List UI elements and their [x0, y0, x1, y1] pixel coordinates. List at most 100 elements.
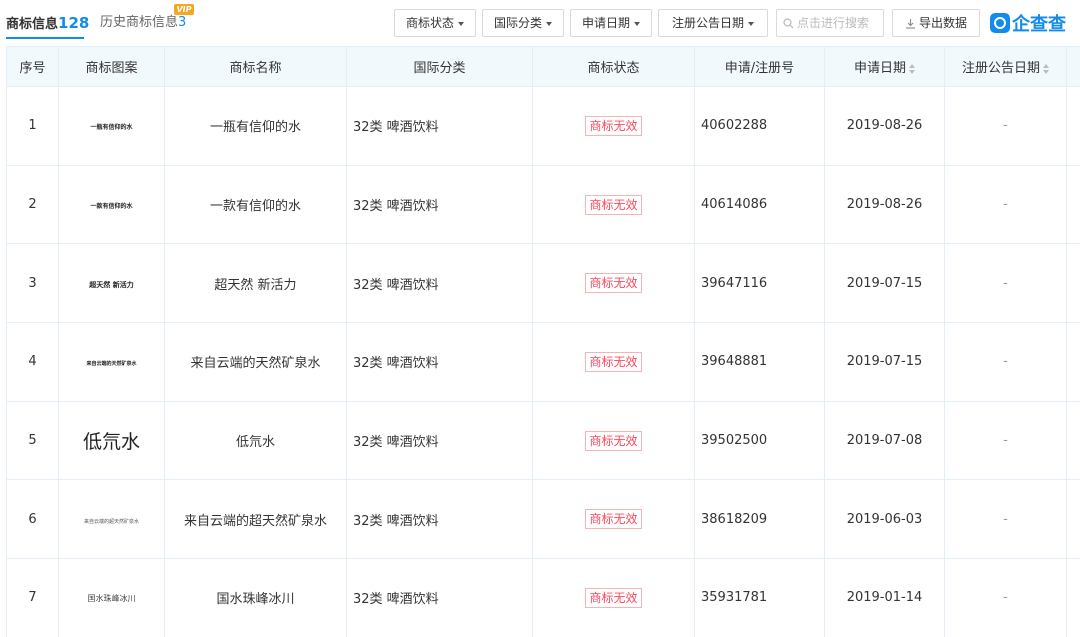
filter-apply-date[interactable]: 申请日期 — [570, 9, 652, 37]
caret-down-icon — [458, 21, 464, 26]
table-row: 2 一款有信仰的水 一款有信仰的水 32类 啤酒饮料 商标无效 40614086… — [6, 164, 1080, 245]
trademark-image[interactable]: 一款有信仰的水 — [58, 164, 165, 245]
table-row: 3 超天然 新活力 超天然 新活力 32类 啤酒饮料 商标无效 39647116… — [6, 243, 1080, 324]
cell-index: 3 — [6, 243, 59, 324]
filter-international-class[interactable]: 国际分类 — [482, 9, 564, 37]
cell-class: 32类 啤酒饮料 — [346, 558, 533, 637]
status-badge: 商标无效 — [585, 115, 642, 136]
cell-pub-date: - — [944, 479, 1067, 560]
tab-trademark-info-label: 商标信息 — [6, 17, 59, 32]
active-tab-underline — [6, 37, 84, 39]
cell-reg-no: 39502500 — [694, 400, 825, 481]
cell-name: 超天然 新活力 — [164, 243, 347, 324]
cell-status: 商标无效 — [532, 558, 695, 637]
sort-icon[interactable] — [1043, 63, 1049, 74]
filter-publication-date-label: 注册公告日期 — [671, 16, 744, 30]
tab-history-count: 3 — [178, 15, 187, 30]
tab-history-label: 历史商标信息 — [100, 15, 179, 30]
cell-class: 32类 啤酒饮料 — [346, 243, 533, 324]
cell-pub-date: - — [944, 558, 1067, 637]
search-input[interactable]: 点击进行搜索 — [776, 9, 884, 37]
search-placeholder: 点击进行搜索 — [797, 16, 870, 30]
trademark-image[interactable]: 超天然 新活力 — [58, 243, 165, 324]
cell-index: 4 — [6, 322, 59, 402]
header-status: 商标状态 — [532, 46, 695, 87]
cell-content: 详情 — [1066, 558, 1080, 637]
trademark-image[interactable]: 低氘水 — [58, 400, 165, 481]
cell-index: 5 — [6, 400, 59, 481]
toolbar: 商标信息128 历史商标信息3 VIP 商标状态 国际分类 申请日期 注册公告日… — [0, 0, 1080, 44]
trademark-table: 序号 商标图案 商标名称 国际分类 商标状态 申请/注册号 申请日期 注册公告日… — [6, 46, 1080, 637]
cell-name: 来自云端的超天然矿泉水 — [164, 479, 347, 560]
table-row: 6 来自云端的超天然矿泉水 来自云端的超天然矿泉水 32类 啤酒饮料 商标无效 … — [6, 479, 1080, 560]
filter-trademark-status[interactable]: 商标状态 — [394, 9, 476, 37]
header-index: 序号 — [6, 46, 59, 87]
trademark-image-text: 一款有信仰的水 — [90, 203, 133, 211]
export-label: 导出数据 — [918, 16, 967, 30]
cell-pub-date: - — [944, 243, 1067, 324]
header-apply-date-label: 申请日期 — [853, 61, 906, 76]
trademark-image[interactable]: 一瓶有信仰的水 — [58, 86, 165, 166]
cell-reg-no: 40602288 — [694, 86, 825, 166]
status-badge: 商标无效 — [585, 351, 642, 372]
tab-trademark-info[interactable]: 商标信息128 — [6, 14, 89, 34]
logo-text: 企查查 — [1012, 14, 1066, 35]
table-row: 7 国水珠峰冰川 国水珠峰冰川 32类 啤酒饮料 商标无效 35931781 2… — [6, 558, 1080, 637]
cell-reg-no: 35931781 — [694, 558, 825, 637]
cell-index: 7 — [6, 558, 59, 637]
trademark-image-text: 超天然 新活力 — [89, 280, 134, 289]
status-badge: 商标无效 — [585, 194, 642, 215]
cell-name: 来自云端的天然矿泉水 — [164, 322, 347, 402]
export-button[interactable]: 导出数据 — [892, 9, 980, 37]
cell-index: 2 — [6, 164, 59, 245]
tab-history-trademark-info[interactable]: 历史商标信息3 — [100, 14, 186, 32]
sort-icon[interactable] — [909, 63, 915, 74]
filter-international-class-label: 国际分类 — [493, 16, 542, 30]
table-header-row: 序号 商标图案 商标名称 国际分类 商标状态 申请/注册号 申请日期 注册公告日… — [6, 46, 1080, 87]
header-apply-date[interactable]: 申请日期 — [824, 46, 945, 87]
cell-apply-date: 2019-08-26 — [824, 86, 945, 166]
header-image: 商标图案 — [58, 46, 165, 87]
table-row: 5 低氘水 低氘水 32类 啤酒饮料 商标无效 39502500 2019-07… — [6, 400, 1080, 481]
cell-reg-no: 40614086 — [694, 164, 825, 245]
caret-down-icon — [748, 21, 754, 26]
cell-content: 详情 — [1066, 243, 1080, 324]
cell-class: 32类 啤酒饮料 — [346, 322, 533, 402]
cell-index: 1 — [6, 86, 59, 166]
logo-mark-icon — [990, 13, 1010, 33]
header-content: 内容 — [1066, 46, 1080, 87]
trademark-image[interactable]: 来自云端的超天然矿泉水 — [58, 479, 165, 560]
download-icon — [905, 19, 915, 29]
filter-publication-date[interactable]: 注册公告日期 — [658, 9, 768, 37]
tab-trademark-info-count: 128 — [58, 14, 90, 32]
qichacha-logo: 企查查 — [990, 10, 1066, 36]
status-badge: 商标无效 — [585, 587, 642, 608]
cell-apply-date: 2019-06-03 — [824, 479, 945, 560]
trademark-image[interactable]: 国水珠峰冰川 — [58, 558, 165, 637]
status-badge: 商标无效 — [585, 430, 642, 451]
cell-content: 详情 — [1066, 479, 1080, 560]
cell-class: 32类 啤酒饮料 — [346, 86, 533, 166]
header-reg-no: 申请/注册号 — [694, 46, 825, 87]
cell-content: 详情 — [1066, 86, 1080, 166]
cell-content: 详情 — [1066, 400, 1080, 481]
cell-class: 32类 啤酒饮料 — [346, 400, 533, 481]
cell-class: 32类 啤酒饮料 — [346, 164, 533, 245]
table-row: 4 来自云端的天然矿泉水 来自云端的天然矿泉水 32类 啤酒饮料 商标无效 39… — [6, 322, 1080, 402]
cell-name: 一款有信仰的水 — [164, 164, 347, 245]
cell-status: 商标无效 — [532, 86, 695, 166]
header-pub-date[interactable]: 注册公告日期 — [944, 46, 1067, 87]
cell-status: 商标无效 — [532, 243, 695, 324]
cell-status: 商标无效 — [532, 322, 695, 402]
cell-pub-date: - — [944, 400, 1067, 481]
header-class: 国际分类 — [346, 46, 533, 87]
cell-apply-date: 2019-07-08 — [824, 400, 945, 481]
header-pub-date-label: 注册公告日期 — [961, 61, 1040, 76]
cell-index: 6 — [6, 479, 59, 560]
trademark-image-text: 来自云端的超天然矿泉水 — [83, 518, 139, 525]
trademark-image[interactable]: 来自云端的天然矿泉水 — [58, 322, 165, 402]
table-row: 1 一瓶有信仰的水 一瓶有信仰的水 32类 啤酒饮料 商标无效 40602288… — [6, 86, 1080, 166]
cell-apply-date: 2019-07-15 — [824, 243, 945, 324]
cell-content: 详情 — [1066, 164, 1080, 245]
trademark-image-text: 一瓶有信仰的水 — [90, 124, 133, 132]
